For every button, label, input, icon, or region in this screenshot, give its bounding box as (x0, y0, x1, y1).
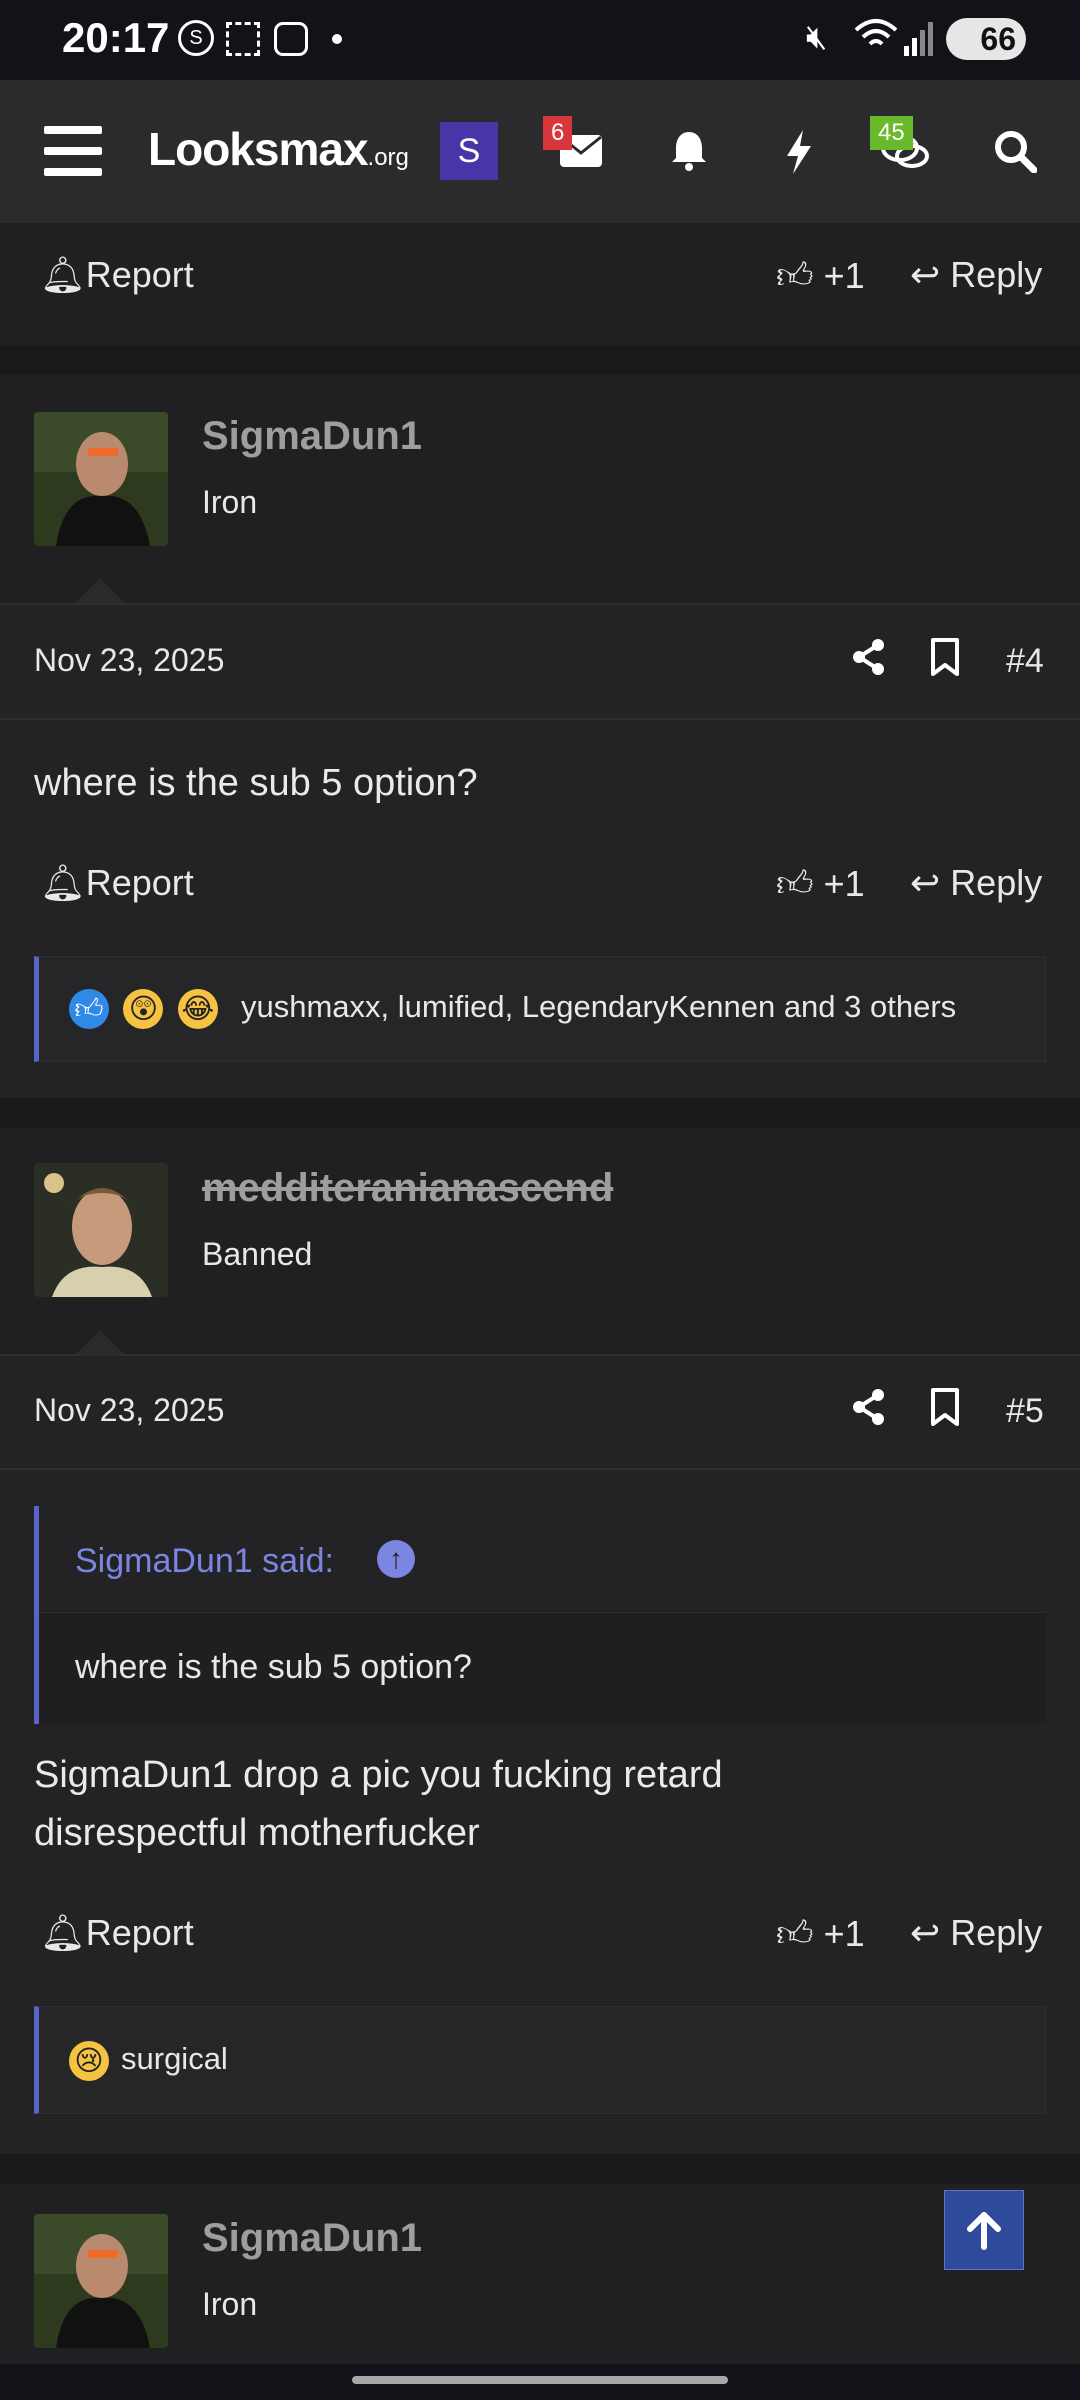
screenshot-icon (226, 22, 260, 56)
reactions-bar[interactable]: 😢︎ surgical (34, 2006, 1046, 2114)
logo-suffix: .org (367, 144, 409, 171)
like-button[interactable]: 👍︎ +1 (776, 254, 865, 298)
user-header-pointer (74, 1330, 126, 1356)
lightning-icon[interactable] (766, 118, 832, 184)
bell-icon: 🔔︎ (40, 1912, 86, 1953)
wifi-icon (854, 16, 898, 65)
report-label: Report (85, 1912, 194, 1953)
report-button[interactable]: 🔔︎Report (40, 254, 194, 296)
report-label: Report (85, 254, 194, 295)
avatar[interactable] (34, 412, 168, 546)
bell-icon: 🔔︎ (40, 254, 86, 295)
reply-label: Reply (950, 1912, 1043, 1953)
user-title: Banned (202, 1236, 313, 1272)
share-icon[interactable] (852, 638, 886, 681)
instagram-icon (274, 22, 308, 56)
avatar[interactable] (34, 1163, 168, 1297)
divider (0, 603, 1080, 605)
home-gesture-bar[interactable] (352, 2376, 728, 2384)
quote-header[interactable]: SigmaDun1 said: ↑ (39, 1506, 1046, 1613)
like-button[interactable]: 👍︎ +1 (776, 862, 865, 906)
post-separator (0, 2154, 1080, 2184)
thumbs-up-icon: 👍︎ (776, 255, 814, 296)
quote-block: SigmaDun1 said: ↑ where is the sub 5 opt… (34, 1506, 1046, 1724)
divider (0, 718, 1080, 720)
status-time: 20:17 (62, 14, 170, 61)
post-content-line-1: SigmaDun1 drop a pic you fucking retard (34, 1754, 723, 1796)
signal-icon (904, 20, 934, 61)
more-notifications-dot (332, 34, 342, 44)
logo-text: Looksmax (148, 123, 369, 175)
post-username[interactable]: SigmaDun1 (202, 414, 422, 459)
post-number[interactable]: #5 (1006, 1392, 1044, 1431)
app-notification-icon: S (178, 20, 214, 56)
site-logo[interactable]: Looksmax.org (148, 122, 409, 176)
battery-indicator: 66 (946, 18, 1026, 60)
post-content: where is the sub 5 option? (34, 762, 478, 804)
like-label: +1 (823, 863, 865, 904)
scroll-to-top-button[interactable] (944, 2190, 1024, 2270)
reply-label: Reply (950, 862, 1043, 903)
bookmark-icon[interactable] (930, 638, 960, 681)
like-button[interactable]: 👍︎ +1 (776, 1912, 865, 1956)
reaction-users[interactable]: yushmaxx, lumified, LegendaryKennen and … (241, 989, 956, 1025)
like-label: +1 (823, 255, 865, 296)
user-title: Iron (202, 2286, 258, 2322)
thumbs-up-icon: 👍︎ (776, 1913, 814, 1954)
chat-badge: 45 (870, 116, 913, 150)
divider (0, 1354, 1080, 1356)
reply-button[interactable]: ↩ Reply (910, 1912, 1042, 1954)
reply-button[interactable]: ↩ Reply (910, 254, 1042, 296)
post-date[interactable]: Nov 23, 2025 (34, 642, 224, 679)
reactions-bar[interactable]: 👍︎ 😲︎ 😂︎ yushmaxx, lumified, LegendaryKe… (34, 956, 1046, 1062)
post-separator (0, 345, 1080, 375)
jump-to-quote-icon[interactable]: ↑ (377, 1540, 415, 1578)
post-date[interactable]: Nov 23, 2025 (34, 1392, 224, 1429)
report-button[interactable]: 🔔︎Report (40, 862, 194, 904)
search-icon[interactable] (982, 118, 1048, 184)
inbox-badge: 6 (543, 116, 573, 150)
post-number[interactable]: #4 (1006, 642, 1044, 681)
bell-icon: 🔔︎ (40, 862, 86, 903)
report-button[interactable]: 🔔︎Report (40, 1912, 194, 1954)
account-avatar[interactable]: S (440, 122, 498, 180)
like-label: +1 (823, 1913, 865, 1954)
menu-icon[interactable] (44, 126, 102, 176)
avatar[interactable] (34, 2214, 168, 2348)
divider (0, 1468, 1080, 1470)
mute-icon: 🔇︎ (806, 18, 828, 56)
bookmark-icon[interactable] (930, 1388, 960, 1431)
like-reaction-icon: 👍︎ (69, 989, 109, 1029)
post-separator (0, 1098, 1080, 1128)
user-header-pointer (74, 578, 126, 604)
sad-reaction-icon: 😢︎ (69, 2041, 109, 2081)
user-title: Iron (202, 484, 258, 520)
reply-icon: ↩ (910, 254, 941, 295)
post-username[interactable]: medditeranianascend (202, 1166, 613, 1211)
reply-icon: ↩ (910, 1912, 941, 1953)
bell-icon[interactable] (656, 118, 722, 184)
share-icon[interactable] (852, 1388, 886, 1431)
status-bar: 20:17 S 🔇︎ 66 (0, 0, 1080, 80)
reaction-users[interactable]: surgical (121, 2041, 228, 2077)
quote-text: where is the sub 5 option? (75, 1648, 472, 1686)
thumbs-up-icon: 👍︎ (776, 863, 814, 904)
reply-label: Reply (950, 254, 1043, 295)
wow-reaction-icon: 😲︎ (123, 989, 164, 1029)
reply-icon: ↩ (910, 862, 941, 903)
quote-author[interactable]: SigmaDun1 said: (75, 1542, 334, 1581)
post-content-line-2: disrespectful motherfucker (34, 1812, 480, 1854)
laugh-reaction-icon: 😂︎ (177, 989, 218, 1029)
report-label: Report (85, 862, 194, 903)
reply-button[interactable]: ↩ Reply (910, 862, 1042, 904)
post-username[interactable]: SigmaDun1 (202, 2216, 422, 2261)
